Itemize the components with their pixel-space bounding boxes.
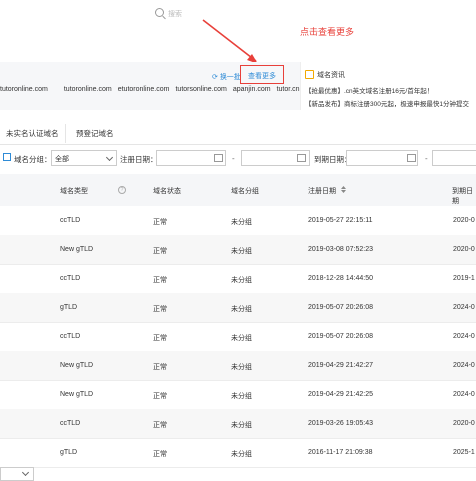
table-cell-type: New gTLD bbox=[60, 246, 94, 253]
top-bar bbox=[0, 0, 476, 30]
recommend-domain[interactable]: tutoronline.com bbox=[0, 86, 48, 93]
table-cell-type: ccTLD bbox=[60, 420, 81, 427]
calendar-icon bbox=[214, 154, 223, 162]
table-cell-reg: 2019-03-26 19:05:43 bbox=[308, 420, 373, 427]
recommend-domain[interactable]: apanjin.com bbox=[233, 86, 271, 93]
table-cell-exp: 2019-1 bbox=[453, 275, 475, 282]
recommend-domain[interactable]: etutoronline.com bbox=[118, 86, 170, 93]
calendar-icon bbox=[407, 154, 416, 162]
table-cell-exp: 2024-0 bbox=[453, 362, 475, 369]
page-size-select[interactable] bbox=[0, 467, 34, 481]
swap-batch-label: 换一批 bbox=[219, 74, 241, 81]
table-row[interactable]: New gTLD 正常 未分组 2019-04-29 21:42:27 2024-0 bbox=[0, 351, 476, 381]
search-input[interactable]: 搜索 bbox=[168, 9, 182, 19]
table-cell-exp: 2024-0 bbox=[453, 304, 475, 311]
table-cell-group: 未分组 bbox=[231, 306, 252, 313]
refresh-icon: ⟳ bbox=[212, 74, 220, 81]
table-cell-status: 正常 bbox=[153, 422, 167, 429]
table-row[interactable]: ccTLD 正常 未分组 2019-05-07 20:26:08 2024-0 bbox=[0, 322, 476, 352]
column-header-reg-date[interactable]: 注册日期 bbox=[308, 186, 336, 196]
table-cell-status: 正常 bbox=[153, 364, 167, 371]
table-row[interactable]: New gTLD 正常 未分组 2019-04-29 21:42:25 2024-0 bbox=[0, 380, 476, 410]
table-cell-exp: 2025-1 bbox=[453, 449, 475, 456]
table-cell-reg: 2018-12-28 14:44:50 bbox=[308, 275, 373, 282]
calendar-icon bbox=[297, 154, 306, 162]
table-row[interactable]: New gTLD 正常 未分组 2019-03-08 07:52:23 2020-0 bbox=[0, 235, 476, 265]
table-cell-status: 正常 bbox=[153, 248, 167, 255]
news-item[interactable]: 【新品发布】商标注册300元起，极速申报最快1分钟提交 bbox=[305, 98, 469, 108]
table-cell-reg: 2019-05-07 20:26:08 bbox=[308, 304, 373, 311]
exp-date-separator: - bbox=[425, 154, 428, 163]
table-cell-status: 正常 bbox=[153, 393, 167, 400]
table-cell-exp: 2024-0 bbox=[453, 391, 475, 398]
table-cell-status: 正常 bbox=[153, 219, 167, 226]
table-cell-reg: 2019-03-08 07:52:23 bbox=[308, 246, 373, 253]
news-title: 域名资讯 bbox=[317, 72, 345, 79]
recommend-domain[interactable]: tutoronline.com bbox=[64, 86, 112, 93]
table-cell-status: 正常 bbox=[153, 451, 167, 458]
table-cell-group: 未分组 bbox=[231, 335, 252, 342]
exp-date-end-input[interactable] bbox=[432, 150, 476, 166]
table-cell-reg: 2019-05-27 22:15:11 bbox=[308, 217, 373, 224]
table-cell-type: ccTLD bbox=[60, 333, 81, 340]
table-cell-group: 未分组 bbox=[231, 393, 252, 400]
table-cell-reg: 2019-04-29 21:42:25 bbox=[308, 391, 373, 398]
table-cell-exp: 2020-0 bbox=[453, 420, 475, 427]
group-filter-label: 域名分组： bbox=[14, 155, 52, 164]
table-row[interactable]: ccTLD 正常 未分组 2018-12-28 14:44:50 2019-1 bbox=[0, 264, 476, 294]
table-cell-exp: 2020-0 bbox=[453, 246, 475, 253]
table-row[interactable]: ccTLD 正常 未分组 2019-05-27 22:15:11 2020-0 bbox=[0, 206, 476, 236]
recommend-domain[interactable]: tutor.cn bbox=[277, 86, 300, 93]
recommend-domain[interactable]: tutorsonline.com bbox=[175, 86, 226, 93]
table-row[interactable]: gTLD 正常 未分组 2019-05-07 20:26:08 2024-0 bbox=[0, 293, 476, 323]
table-cell-exp: 2020-0 bbox=[453, 217, 475, 224]
column-header-type[interactable]: 域名类型 bbox=[60, 186, 88, 196]
select-all-checkbox[interactable] bbox=[3, 153, 11, 161]
table-cell-type: gTLD bbox=[60, 304, 78, 311]
table-cell-group: 未分组 bbox=[231, 422, 252, 429]
tab-unverified-domains[interactable]: 未实名认证域名 bbox=[0, 124, 66, 143]
table-cell-type: New gTLD bbox=[60, 362, 94, 369]
table-cell-reg: 2019-04-29 21:42:27 bbox=[308, 362, 373, 369]
table-cell-type: gTLD bbox=[60, 449, 78, 456]
reg-date-separator: - bbox=[232, 154, 235, 163]
table-cell-type: ccTLD bbox=[60, 275, 81, 282]
column-header-exp-date[interactable]: 到期日期 bbox=[452, 186, 476, 206]
view-more-button[interactable]: 查看更多 bbox=[248, 71, 276, 81]
table-cell-group: 未分组 bbox=[231, 248, 252, 255]
search-icon[interactable] bbox=[155, 8, 164, 17]
gift-icon bbox=[305, 70, 314, 79]
table-row[interactable]: ccTLD 正常 未分组 2019-03-26 19:05:43 2020-0 bbox=[0, 409, 476, 439]
table-cell-group: 未分组 bbox=[231, 219, 252, 226]
table-cell-type: ccTLD bbox=[60, 217, 81, 224]
table-cell-status: 正常 bbox=[153, 277, 167, 284]
table-row[interactable]: gTLD 正常 未分组 2016-11-17 21:09:38 2025-1 bbox=[0, 438, 476, 468]
table-cell-group: 未分组 bbox=[231, 451, 252, 458]
annotation-text: 点击查看更多 bbox=[300, 27, 355, 37]
table-cell-reg: 2016-11-17 21:09:38 bbox=[308, 449, 373, 456]
sort-icon[interactable] bbox=[341, 186, 346, 193]
table-cell-reg: 2019-05-07 20:26:08 bbox=[308, 333, 373, 340]
table-cell-exp: 2024-0 bbox=[453, 333, 475, 340]
column-header-status: 域名状态 bbox=[153, 188, 181, 195]
table-cell-status: 正常 bbox=[153, 306, 167, 313]
table-cell-status: 正常 bbox=[153, 335, 167, 342]
help-icon[interactable]: ? bbox=[118, 186, 126, 194]
reg-date-label: 注册日期： bbox=[120, 155, 158, 164]
table-cell-type: New gTLD bbox=[60, 391, 94, 398]
table-cell-group: 未分组 bbox=[231, 277, 252, 284]
news-item[interactable]: 【抢最优惠】.cn英文域名注册16元/首年起！ bbox=[305, 85, 433, 95]
tab-preregistered-domains[interactable]: 预登记域名 bbox=[70, 124, 120, 143]
table-cell-group: 未分组 bbox=[231, 364, 252, 371]
recommend-domain-list: tutoronline.com tutoronline.com etutoronli… bbox=[0, 86, 306, 93]
column-header-group: 域名分组 bbox=[231, 188, 259, 195]
swap-batch-button[interactable]: ⟳ 换一批 bbox=[212, 72, 241, 82]
group-filter-value: 全部 bbox=[55, 156, 69, 163]
